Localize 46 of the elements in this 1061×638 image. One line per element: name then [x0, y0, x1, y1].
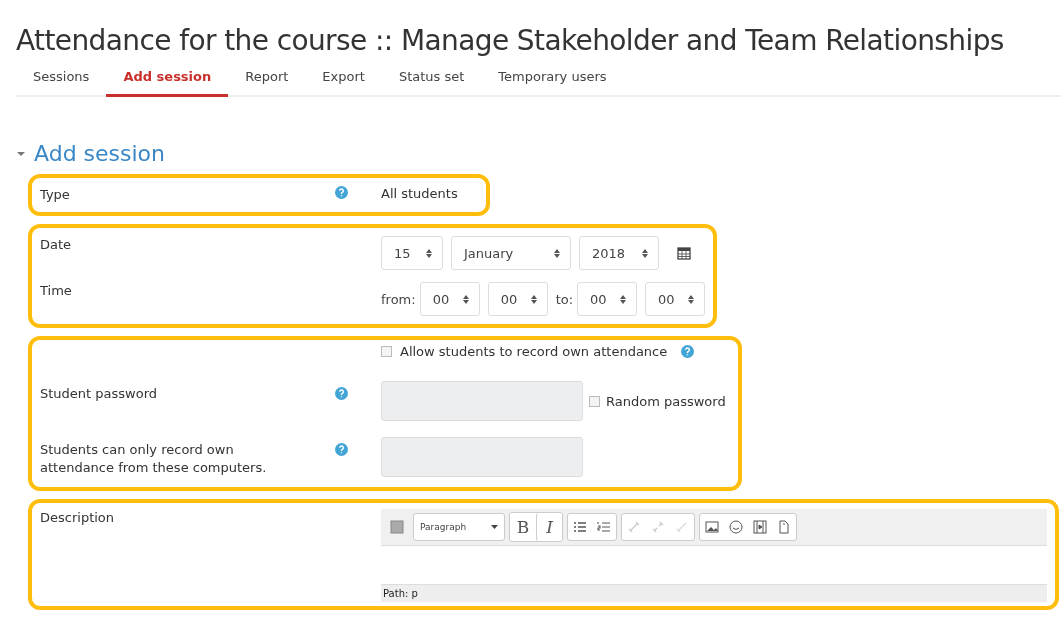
select-field[interactable]: 00	[487, 282, 548, 316]
select-field[interactable]: 00	[419, 282, 480, 316]
select-field[interactable]: January	[451, 236, 571, 270]
checkbox-label: Random password	[606, 393, 727, 409]
field-label: Time	[40, 282, 73, 300]
time-prefix: to:	[555, 291, 574, 307]
input-field[interactable]	[381, 381, 583, 421]
time-prefix: from:	[381, 291, 416, 307]
up-down-icon	[462, 294, 469, 304]
tab[interactable]: Sessions	[16, 69, 107, 97]
up-down-icon	[530, 294, 537, 304]
field-label: Description	[40, 509, 116, 527]
help-icon[interactable]	[335, 387, 348, 400]
field-label: Date	[40, 236, 73, 254]
tab[interactable]: Status set	[381, 69, 482, 97]
caret-icon	[491, 525, 498, 529]
select-field[interactable]: 00	[577, 282, 638, 316]
tab[interactable]: Temporary users	[481, 69, 624, 97]
field-label: Type	[40, 186, 71, 204]
help-icon[interactable]	[335, 443, 348, 456]
field-value: All students	[381, 186, 459, 201]
up-down-icon	[426, 248, 432, 258]
tab[interactable]: Report	[228, 69, 306, 97]
field-label: Student password	[40, 385, 159, 403]
up-down-icon	[688, 294, 695, 304]
select-field[interactable]: 2018	[579, 236, 659, 270]
section-heading[interactable]: Add session	[34, 141, 166, 166]
format-select[interactable]: Paragraph	[413, 513, 505, 541]
help-icon[interactable]	[681, 345, 695, 358]
select-field[interactable]: 00	[645, 282, 706, 316]
checkbox[interactable]	[381, 346, 392, 357]
italic-button[interactable]: I	[536, 513, 562, 541]
checkbox[interactable]	[589, 395, 600, 407]
calendar-icon[interactable]	[677, 246, 691, 260]
editor-path: Path: p	[381, 584, 1047, 602]
tab[interactable]: Add session	[106, 69, 229, 97]
help-icon[interactable]	[335, 186, 348, 199]
input-field[interactable]	[381, 437, 583, 477]
up-down-icon	[554, 248, 560, 258]
page-title: Attendance for the course :: Manage Stakeholder and Team Relationships	[16, 23, 1005, 57]
select-field[interactable]: 15	[381, 236, 443, 270]
up-down-icon	[620, 294, 627, 304]
tab[interactable]: Export	[305, 69, 382, 97]
up-down-icon	[642, 248, 648, 258]
field-label: Students can only record own attendance from these computers.	[40, 441, 268, 477]
checkbox-label: Allow students to record own attendance	[400, 344, 669, 359]
